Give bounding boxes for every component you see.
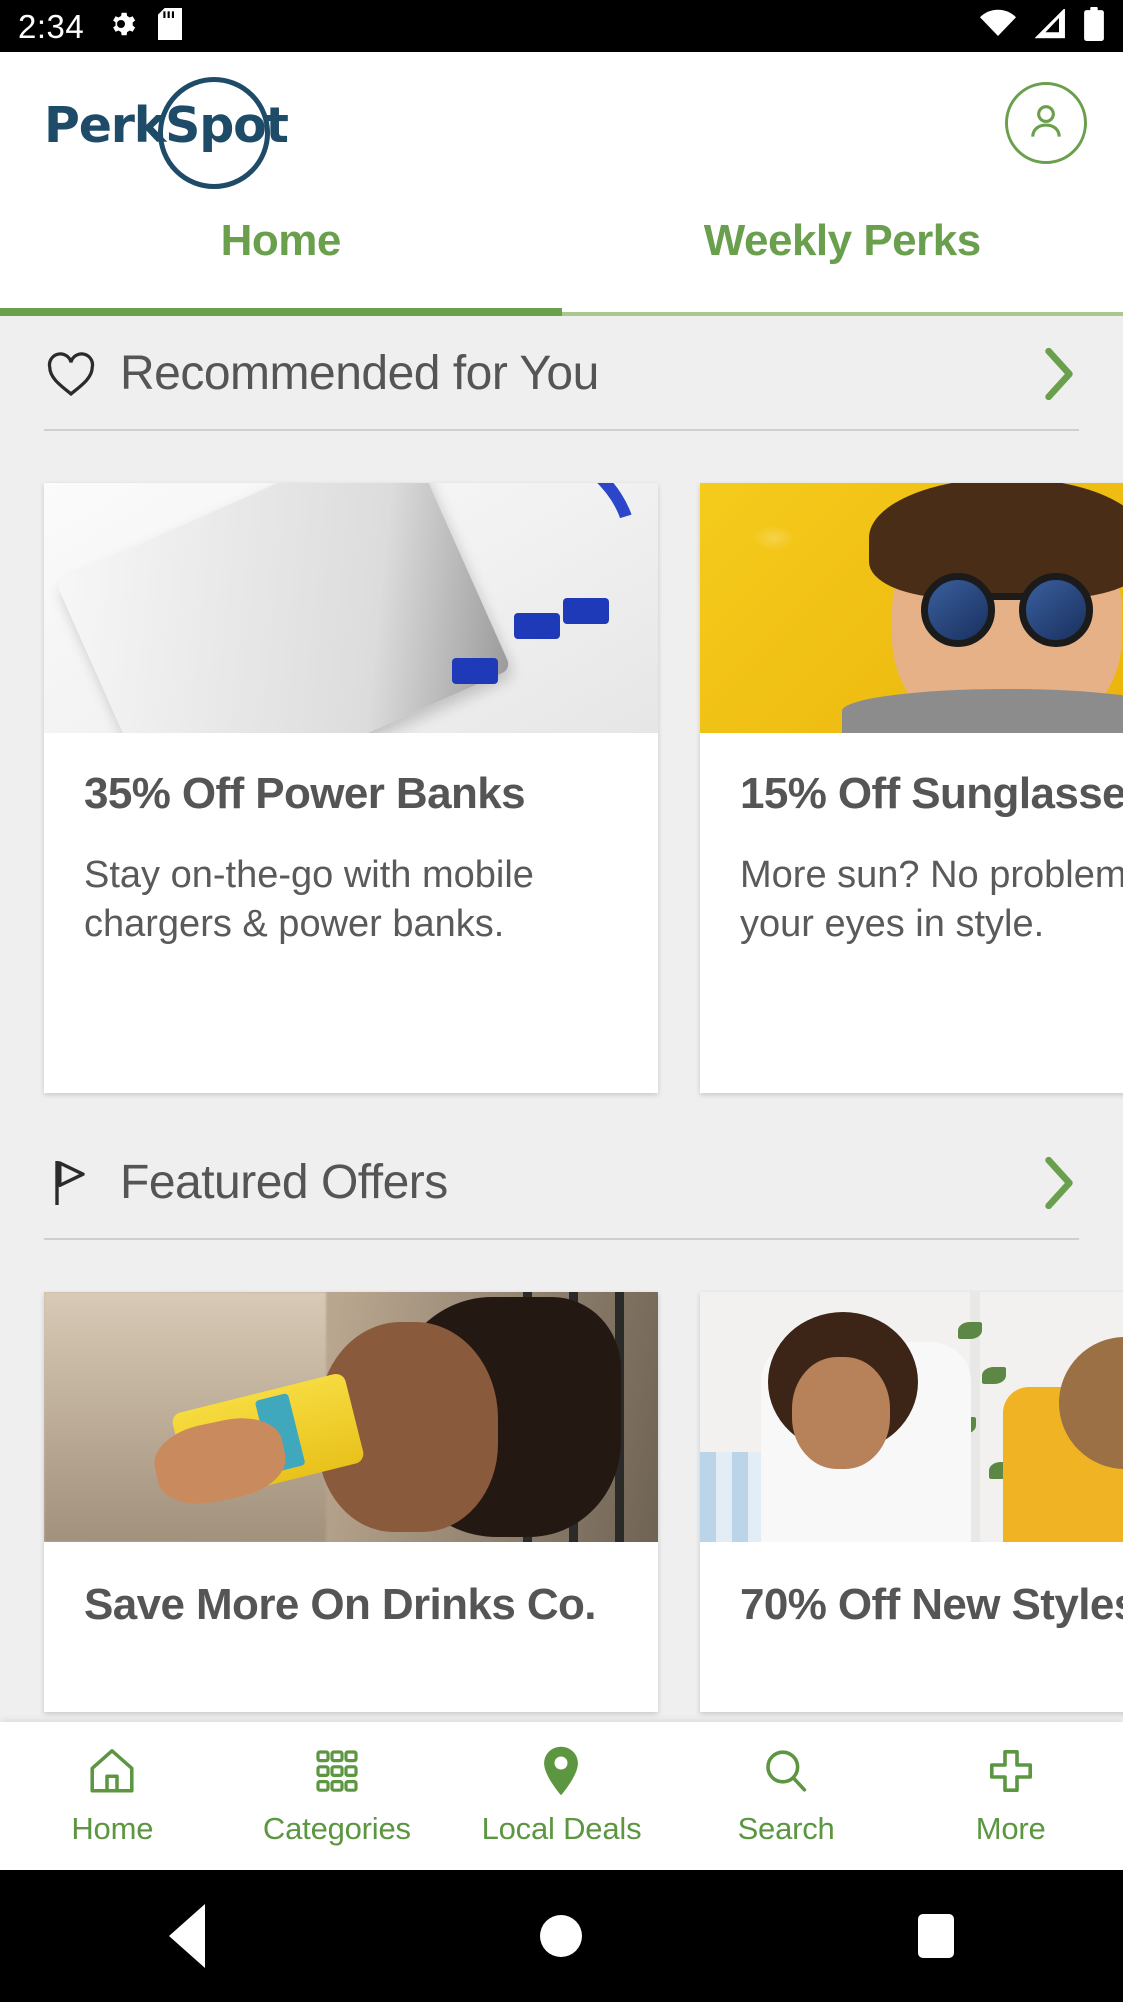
section-title-featured: Featured Offers: [120, 1156, 448, 1209]
nav-item-categories[interactable]: Categories: [225, 1745, 450, 1847]
recommended-card-power-banks[interactable]: 35% Off Power Banks Stay on-the-go with …: [44, 483, 658, 1093]
cell-signal-icon: [1033, 7, 1067, 44]
chevron-right-icon[interactable]: [1039, 347, 1079, 401]
nav-item-local-deals[interactable]: Local Deals: [449, 1745, 674, 1847]
map-pin-icon: [541, 1745, 581, 1797]
chevron-right-icon[interactable]: [1039, 1156, 1079, 1210]
tab-weekly-perks-label: Weekly Perks: [703, 216, 981, 265]
app-header: PerkSpot: [0, 52, 1123, 194]
nav-item-home[interactable]: Home: [0, 1745, 225, 1847]
circle-home-icon: [540, 1915, 583, 1957]
status-time: 2:34: [18, 7, 85, 45]
person-icon: [1024, 99, 1068, 148]
card-title: 35% Off Power Banks: [84, 769, 526, 818]
card-description: More sun? No problem. Protect your eyes …: [740, 854, 1123, 945]
section-header-featured[interactable]: Featured Offers: [0, 1093, 1123, 1210]
house-icon: [87, 1745, 137, 1797]
featured-card-carousel[interactable]: Save More On Drinks Co. 70% Off New Styl…: [0, 1240, 1123, 1712]
card-description: Stay on-the-go with mobile chargers & po…: [84, 854, 534, 945]
wifi-icon: [979, 9, 1017, 44]
nav-label-home: Home: [71, 1811, 154, 1846]
android-back-button[interactable]: [0, 1904, 374, 1968]
nav-label-more: More: [975, 1811, 1046, 1846]
featured-card-new-styles[interactable]: 70% Off New Styles: [700, 1292, 1123, 1712]
grid-icon: [313, 1745, 361, 1797]
section-title-recommended: Recommended for You: [120, 347, 599, 400]
nav-item-search[interactable]: Search: [674, 1745, 899, 1847]
sd-card-icon: [158, 7, 183, 45]
card-title: 15% Off Sunglasses: [740, 769, 1123, 818]
heart-icon: [44, 347, 98, 401]
android-home-button[interactable]: [374, 1915, 748, 1957]
women-shopping-clothes-photo: [700, 1292, 1123, 1542]
tab-home-indicator: [0, 308, 562, 316]
card-title: 70% Off New Styles: [740, 1580, 1123, 1629]
tab-bar: Home Weekly Perks: [0, 194, 1123, 316]
man-drinking-can-photo: [44, 1292, 658, 1542]
status-bar-right: [979, 6, 1105, 46]
account-button[interactable]: [1005, 82, 1087, 164]
power-bank-and-cables-photo: [44, 483, 658, 733]
nav-label-search: Search: [737, 1811, 835, 1846]
man-wearing-sunglasses-photo: [700, 483, 1123, 733]
nav-label-local-deals: Local Deals: [481, 1811, 642, 1846]
square-recents-icon: [917, 1914, 954, 1958]
tab-home-label: Home: [220, 216, 342, 265]
nav-label-categories: Categories: [262, 1811, 411, 1846]
android-recents-button[interactable]: [749, 1914, 1123, 1958]
tab-weekly-perks[interactable]: Weekly Perks: [561, 194, 1123, 316]
tab-home[interactable]: Home: [0, 194, 562, 316]
plus-cross-icon: [987, 1745, 1035, 1797]
gear-icon: [106, 9, 136, 44]
card-title: Save More On Drinks Co.: [84, 1580, 597, 1629]
nav-item-more[interactable]: More: [898, 1745, 1123, 1847]
status-bar-left: 2:34: [18, 7, 183, 45]
magnifier-icon: [762, 1745, 810, 1797]
flag-icon: [44, 1156, 98, 1210]
recommended-card-carousel[interactable]: 35% Off Power Banks Stay on-the-go with …: [0, 431, 1123, 1093]
main-scroll-area[interactable]: Recommended for You 35% Off Power Banks …: [0, 316, 1123, 1722]
section-header-recommended[interactable]: Recommended for You: [0, 316, 1123, 401]
triangle-back-icon: [169, 1904, 206, 1968]
perkspot-logo[interactable]: PerkSpot: [36, 75, 289, 189]
phone-screen: 2:34 PerkSpot Home Weekly Perks Recommen…: [0, 0, 1123, 2002]
battery-icon: [1083, 6, 1105, 46]
featured-card-drinks[interactable]: Save More On Drinks Co.: [44, 1292, 658, 1712]
recommended-card-sunglasses[interactable]: 15% Off Sunglasses More sun? No problem.…: [700, 483, 1123, 1093]
bottom-navigation-bar: Home Categories Local Deals Search More: [0, 1722, 1123, 1870]
status-bar: 2:34: [0, 0, 1123, 52]
logo-wordmark: PerkSpot: [44, 97, 289, 154]
android-system-nav: [0, 1870, 1123, 2002]
